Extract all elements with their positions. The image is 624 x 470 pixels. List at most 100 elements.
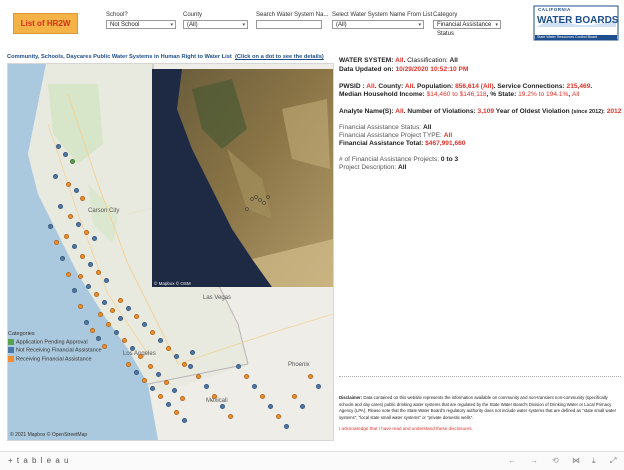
revert-icon[interactable]: ⟲ bbox=[552, 456, 559, 465]
county-select[interactable]: (All) ▾ bbox=[183, 20, 248, 29]
water-system-dot[interactable] bbox=[118, 298, 123, 303]
water-system-dot[interactable] bbox=[172, 388, 177, 393]
water-system-dot[interactable] bbox=[148, 364, 153, 369]
water-system-dot[interactable] bbox=[56, 144, 61, 149]
water-system-dot[interactable] bbox=[78, 304, 83, 309]
chevron-down-icon: ▾ bbox=[242, 22, 245, 28]
water-system-dot[interactable] bbox=[158, 394, 163, 399]
water-system-dot[interactable] bbox=[142, 378, 147, 383]
water-system-list-select[interactable]: (All) ▾ bbox=[332, 20, 424, 29]
water-system-dot[interactable] bbox=[58, 204, 63, 209]
legend-item-label: Receiving Financial Assistance bbox=[16, 356, 92, 363]
water-system-dot[interactable] bbox=[212, 394, 217, 399]
water-system-dot[interactable] bbox=[142, 322, 147, 327]
water-system-dot[interactable] bbox=[98, 312, 103, 317]
water-system-dot[interactable] bbox=[190, 350, 195, 355]
search-water-system-input[interactable] bbox=[256, 20, 322, 29]
water-system-dot[interactable] bbox=[92, 236, 97, 241]
tableau-logo[interactable]: + t a b l e a u bbox=[8, 456, 69, 465]
water-system-dot[interactable] bbox=[66, 272, 71, 277]
water-system-dot[interactable] bbox=[182, 418, 187, 423]
legend-swatch-green bbox=[8, 339, 14, 345]
download-icon[interactable]: ⤓ bbox=[592, 456, 596, 466]
water-system-dot[interactable] bbox=[284, 424, 289, 429]
water-system-dot[interactable] bbox=[134, 370, 139, 375]
water-system-dot[interactable] bbox=[106, 322, 111, 327]
water-system-dot[interactable] bbox=[260, 394, 265, 399]
water-system-dot[interactable] bbox=[204, 384, 209, 389]
water-system-dot[interactable] bbox=[174, 354, 179, 359]
water-system-dot[interactable] bbox=[74, 188, 79, 193]
water-system-dot[interactable] bbox=[244, 374, 249, 379]
water-system-dot[interactable] bbox=[84, 320, 89, 325]
water-system-dot[interactable] bbox=[180, 396, 185, 401]
school-select[interactable]: Not School ▾ bbox=[106, 20, 176, 29]
water-system-dot[interactable] bbox=[316, 384, 321, 389]
water-system-dot[interactable] bbox=[84, 230, 89, 235]
california-map[interactable]: Carson City Las Vegas Los Angeles Mexica… bbox=[7, 63, 334, 441]
water-system-dot[interactable] bbox=[54, 240, 59, 245]
water-system-dot[interactable] bbox=[80, 254, 85, 259]
water-system-dot[interactable] bbox=[63, 152, 68, 157]
water-system-dot[interactable] bbox=[72, 288, 77, 293]
satellite-inset-map[interactable]: © Mapbox © OSM bbox=[152, 69, 333, 287]
water-system-dot[interactable] bbox=[53, 174, 58, 179]
water-system-dot[interactable] bbox=[104, 278, 109, 283]
water-system-dot[interactable] bbox=[292, 394, 297, 399]
water-system-dot[interactable] bbox=[166, 402, 171, 407]
share-icon[interactable]: ⋈ bbox=[572, 456, 580, 465]
acknowledge-text[interactable]: I acknowledge that I have read and under… bbox=[339, 426, 621, 433]
water-system-dot[interactable] bbox=[150, 386, 155, 391]
water-system-dot[interactable] bbox=[220, 404, 225, 409]
water-system-dot[interactable] bbox=[228, 414, 233, 419]
water-system-dot[interactable] bbox=[182, 362, 187, 367]
water-system-dot[interactable] bbox=[66, 182, 71, 187]
water-system-dot[interactable] bbox=[308, 374, 313, 379]
county-select-value: (All) bbox=[187, 22, 198, 28]
legend-item[interactable]: Application Pending Approval bbox=[8, 339, 123, 345]
water-system-dot[interactable] bbox=[76, 222, 81, 227]
redo-icon[interactable]: → bbox=[530, 456, 538, 465]
legend-item[interactable]: Not Receiving Financial Assistance bbox=[8, 347, 123, 354]
undo-icon[interactable]: ← bbox=[508, 456, 516, 465]
water-system-dot[interactable] bbox=[236, 364, 241, 369]
water-system-dot[interactable] bbox=[156, 372, 161, 377]
water-system-dot[interactable] bbox=[134, 314, 139, 319]
water-system-dot[interactable] bbox=[102, 300, 107, 305]
water-system-dot[interactable] bbox=[86, 284, 91, 289]
water-system-dot[interactable] bbox=[64, 234, 69, 239]
water-system-dot[interactable] bbox=[72, 244, 77, 249]
water-system-dot[interactable] bbox=[138, 354, 143, 359]
water-system-dot[interactable] bbox=[96, 270, 101, 275]
water-system-dot[interactable] bbox=[252, 384, 257, 389]
water-system-dot[interactable] bbox=[188, 364, 193, 369]
water-system-dot[interactable] bbox=[300, 404, 305, 409]
water-system-dot[interactable] bbox=[196, 374, 201, 379]
water-system-dot[interactable] bbox=[80, 196, 85, 201]
water-system-dot[interactable] bbox=[88, 262, 93, 267]
legend-item[interactable]: Receiving Financial Assistance bbox=[8, 355, 123, 363]
list-of-hr2w-button[interactable]: List of HR2W bbox=[13, 13, 78, 34]
water-system-dot[interactable] bbox=[268, 404, 273, 409]
water-system-dot[interactable] bbox=[110, 308, 115, 313]
water-system-dot[interactable] bbox=[48, 224, 53, 229]
water-system-dot[interactable] bbox=[158, 338, 163, 343]
water-system-dot[interactable] bbox=[94, 292, 99, 297]
water-system-dot[interactable] bbox=[150, 330, 155, 335]
fullscreen-icon[interactable]: ⤢ bbox=[610, 456, 616, 466]
water-system-dot[interactable] bbox=[166, 346, 171, 351]
water-system-dot[interactable] bbox=[68, 214, 73, 219]
water-system-dot[interactable] bbox=[126, 306, 131, 311]
map-details-link[interactable]: (Click on a dot to see the details) bbox=[235, 54, 324, 60]
water-system-dot[interactable] bbox=[126, 362, 131, 367]
water-system-dot[interactable] bbox=[60, 256, 65, 261]
fa-project-type-line: Financial Assistance Project TYPE: All bbox=[339, 132, 453, 139]
water-system-dot[interactable] bbox=[78, 274, 83, 279]
water-system-dot[interactable] bbox=[174, 410, 179, 415]
water-system-dot[interactable] bbox=[118, 316, 123, 321]
water-system-dot[interactable] bbox=[276, 414, 281, 419]
category-select[interactable]: Financial Assistance Status ▾ bbox=[433, 20, 501, 37]
water-system-dot[interactable] bbox=[70, 159, 75, 164]
water-system-dot[interactable] bbox=[130, 346, 135, 351]
water-system-dot[interactable] bbox=[164, 380, 169, 385]
